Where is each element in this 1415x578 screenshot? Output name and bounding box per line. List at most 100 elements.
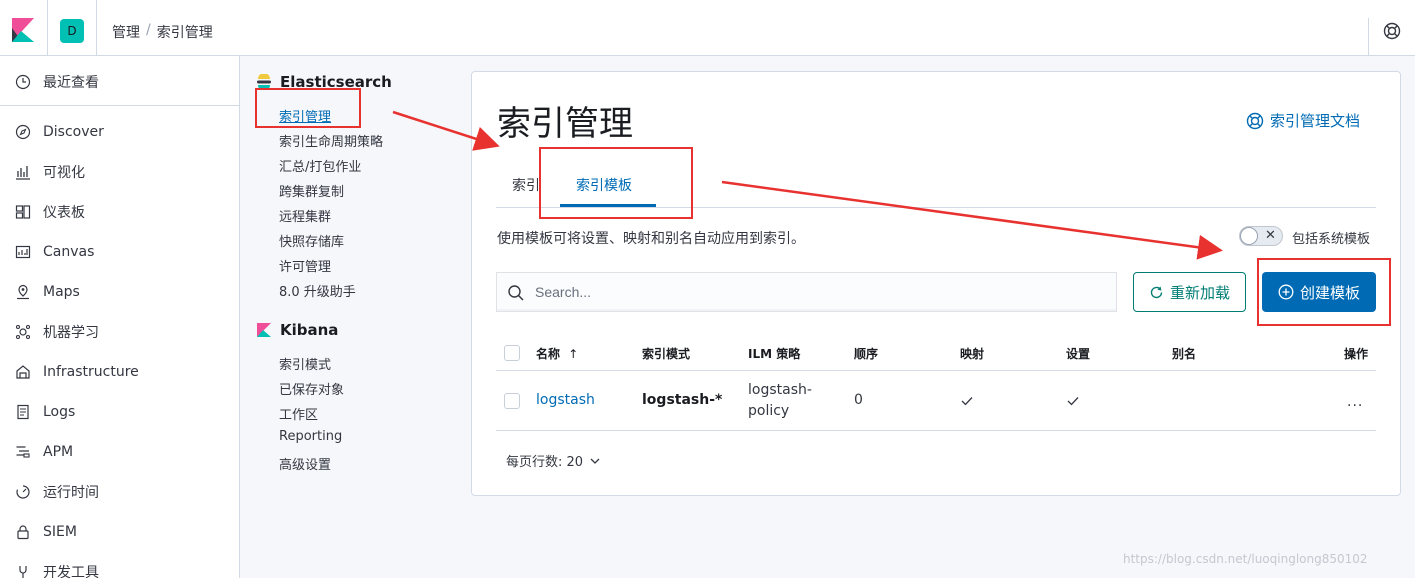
column-header-settings: 设置: [1066, 347, 1091, 361]
tab-indices[interactable]: 索引: [512, 175, 540, 195]
column-header-index-pattern: 索引模式: [642, 347, 691, 361]
top-header: D 管理 / 索引管理: [0, 0, 1415, 56]
rows-per-page-selector[interactable]: 每页行数: 20: [506, 451, 601, 470]
logs-icon: [17, 404, 29, 420]
check-icon: [1067, 397, 1079, 406]
search-icon: [508, 285, 524, 301]
divider: [47, 0, 48, 56]
nav-item-maps[interactable]: Maps: [0, 272, 240, 312]
divider: [496, 370, 1376, 371]
docs-link[interactable]: 索引管理文档: [1246, 110, 1360, 131]
kibana-logo-icon: [257, 323, 271, 337]
rows-per-page-label: 每页行数: 20: [506, 455, 584, 470]
nav-item-ml[interactable]: 机器学习: [0, 312, 240, 352]
sidebar-link-ilm[interactable]: 索引生命周期策略: [279, 131, 383, 150]
reload-button[interactable]: 重新加载: [1133, 272, 1246, 312]
row-checkbox[interactable]: [504, 393, 520, 409]
nav-item-apm[interactable]: APM: [0, 432, 240, 472]
maps-icon: [17, 284, 29, 300]
sidebar-link-upgrade[interactable]: 8.0 升级助手: [279, 281, 356, 300]
nav-item-devtools[interactable]: 开发工具: [0, 552, 240, 578]
sidebar-link-saved-objects[interactable]: 已保存对象: [279, 379, 344, 398]
visualize-icon: [16, 166, 30, 180]
include-system-templates-toggle[interactable]: ✕: [1239, 226, 1283, 246]
compass-icon: [15, 124, 31, 140]
nav-item-label: 机器学习: [43, 325, 99, 341]
column-header-label: 名称: [536, 347, 561, 361]
search-input[interactable]: [535, 273, 1105, 311]
close-icon: ✕: [1265, 228, 1276, 243]
nav-item-label: Maps: [43, 284, 80, 300]
breadcrumb-item-index-management: 索引管理: [156, 25, 213, 41]
sidebar-link-rollup[interactable]: 汇总/打包作业: [279, 156, 361, 175]
section-title-text: Kibana: [280, 321, 339, 339]
nav-item-label: 仪表板: [43, 205, 85, 221]
nav-item-label: Infrastructure: [43, 364, 139, 380]
sidebar-link-ccr[interactable]: 跨集群复制: [279, 181, 344, 200]
divider: [96, 0, 97, 56]
breadcrumb-item-management[interactable]: 管理: [112, 22, 140, 42]
sidebar-link-snapshot[interactable]: 快照存储库: [279, 231, 344, 250]
sidebar-link-index-patterns[interactable]: 索引模式: [279, 354, 331, 373]
apm-icon: [16, 446, 30, 458]
sidebar-link-advanced-settings[interactable]: 高级设置: [279, 454, 331, 473]
page-title: 索引管理: [497, 104, 633, 144]
breadcrumb: 管理 / 索引管理: [112, 22, 213, 42]
nav-item-label: 可视化: [43, 165, 85, 181]
kibana-section-title: Kibana: [256, 321, 338, 339]
nav-item-recent[interactable]: 最近查看: [0, 62, 240, 102]
column-header-actions: 操作: [1344, 347, 1369, 361]
nav-item-logs[interactable]: Logs: [0, 392, 240, 432]
canvas-icon: [15, 245, 31, 259]
column-header-aliases: 别名: [1172, 347, 1197, 361]
sidebar-link-reporting[interactable]: Reporting: [279, 429, 342, 444]
search-field[interactable]: [496, 272, 1117, 312]
siem-icon: [17, 525, 29, 540]
column-header-name[interactable]: 名称 ↑: [536, 345, 578, 362]
nav-item-infrastructure[interactable]: Infrastructure: [0, 352, 240, 392]
template-index-pattern: logstash-*: [642, 392, 723, 408]
reload-button-label: 重新加载: [1169, 283, 1230, 302]
toggle-knob: [1240, 227, 1258, 245]
nav-item-label: 开发工具: [43, 565, 99, 578]
docs-link-label: 索引管理文档: [1270, 112, 1361, 130]
template-ilm-policy-line2: policy: [748, 403, 790, 419]
divider: [0, 105, 240, 106]
annotation-box: [1257, 258, 1391, 326]
sidebar-link-remote-clusters[interactable]: 远程集群: [279, 206, 331, 225]
watermark: https://blog.csdn.net/luoqinglong850102: [1123, 552, 1368, 566]
row-actions-icon[interactable]: ···: [1347, 398, 1363, 414]
nav-item-dashboard[interactable]: 仪表板: [0, 192, 240, 232]
nav-item-canvas[interactable]: Canvas: [0, 232, 240, 272]
kibana-logo-icon[interactable]: [12, 18, 34, 42]
sort-arrow-up-icon: ↑: [568, 347, 579, 361]
nav-item-visualize[interactable]: 可视化: [0, 152, 240, 192]
template-order: 0: [854, 392, 863, 408]
uptime-icon: [16, 485, 30, 499]
nav-item-label: Canvas: [43, 244, 95, 260]
nav-item-label: Discover: [43, 124, 104, 140]
devtools-icon: [19, 566, 27, 578]
nav-item-discover[interactable]: Discover: [0, 112, 240, 152]
check-icon: [961, 397, 973, 406]
divider: [1368, 18, 1369, 56]
column-header-ilm-policy: ILM 策略: [748, 347, 801, 361]
sidebar-link-spaces[interactable]: 工作区: [279, 404, 318, 423]
template-name-link[interactable]: logstash: [536, 392, 595, 408]
toggle-label: 包括系统模板: [1292, 232, 1371, 247]
description-text: 使用模板可将设置、映射和别名自动应用到索引。: [497, 231, 805, 247]
nav-item-label: 运行时间: [43, 485, 99, 501]
nav-item-uptime[interactable]: 运行时间: [0, 472, 240, 512]
template-ilm-policy-line1: logstash-: [748, 382, 812, 398]
nav-item-label: SIEM: [43, 524, 77, 540]
column-header-mappings: 映射: [960, 347, 985, 361]
nav-item-siem[interactable]: SIEM: [0, 512, 240, 552]
left-nav: 最近查看 Discover 可视化 仪表板 Canvas Maps 机器学习 I…: [0, 56, 240, 578]
select-all-checkbox[interactable]: [504, 345, 520, 361]
help-icon[interactable]: [1383, 22, 1401, 40]
space-avatar[interactable]: D: [60, 19, 84, 43]
sidebar-link-license[interactable]: 许可管理: [279, 256, 331, 275]
breadcrumb-separator: /: [146, 22, 151, 38]
help-icon: [1246, 112, 1264, 129]
annotation-box: [255, 88, 361, 128]
